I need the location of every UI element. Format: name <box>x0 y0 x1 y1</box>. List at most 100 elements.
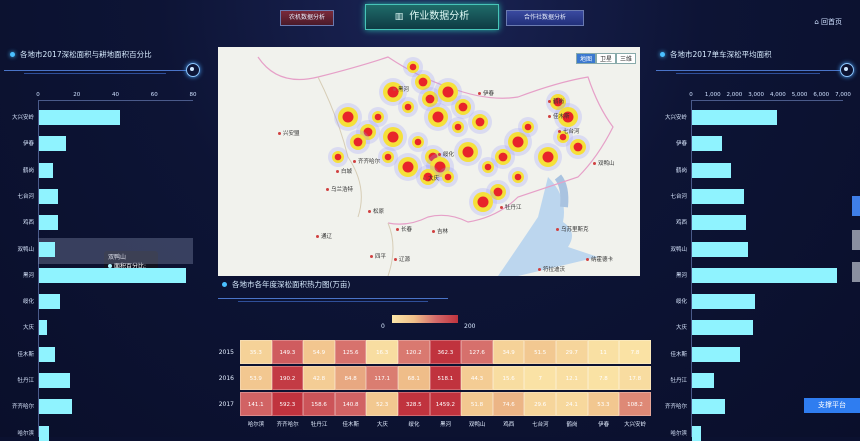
axis-tick-label: 7,000 <box>835 92 851 98</box>
home-link[interactable]: ⌂ 回首页 <box>814 17 842 27</box>
heatmap-cell: 127.6 <box>461 340 493 364</box>
heatmap-cell: 53.3 <box>587 392 620 416</box>
map-type-toggle[interactable]: 地图 卫星 三维 <box>575 53 636 64</box>
side-tab[interactable] <box>852 262 860 282</box>
city-label: 四平 <box>370 252 386 260</box>
heatmap-cell: 190.2 <box>271 366 304 390</box>
data-bar <box>692 320 753 336</box>
work-data-analysis-button[interactable]: ▥ 作业数据分析 <box>365 4 499 30</box>
data-bar <box>39 110 121 125</box>
city-label: 纳霍德卡 <box>586 255 613 263</box>
axis-tick-label: 4,000 <box>769 92 786 98</box>
heatmap-column-label: 佳木斯 <box>342 422 360 428</box>
heatmap-cell: 54.9 <box>303 340 335 364</box>
map-tab-3d[interactable]: 三维 <box>615 53 636 64</box>
category-label: 哈尔滨 <box>17 430 34 437</box>
axis-tick-label: 0 <box>689 92 693 98</box>
heatmap-cell: 141.1 <box>240 392 272 416</box>
city-label: 绥化 <box>438 150 454 158</box>
data-bar <box>39 162 53 178</box>
axis-tick-label: 1,000 <box>704 92 721 98</box>
heat-core <box>374 113 382 121</box>
cooperative-analysis-button[interactable]: 合作社数据分析 <box>506 10 584 26</box>
heatmap-cell: 125.6 <box>334 340 367 364</box>
heatmap-row-label: 2015 <box>218 349 234 356</box>
city-label: 双鸭山 <box>593 159 615 167</box>
map-tab-map[interactable]: 地图 <box>575 53 596 64</box>
heatmap-column-label: 鹤岗 <box>566 422 578 428</box>
heatmap-cell: 24.1 <box>556 392 588 416</box>
heatmap-title: 各地市各年度深松面积热力图(万亩) <box>222 279 350 290</box>
heat-core <box>458 102 468 112</box>
left-title-text: 各地市2017深松面积与耕地面积百分比 <box>20 50 152 59</box>
heat-core <box>414 138 422 146</box>
category-label: 双鸭山 <box>670 246 687 253</box>
category-label: 鹤岗 <box>22 167 34 174</box>
category-label: 齐齐哈尔 <box>11 404 34 411</box>
data-bar <box>39 425 49 441</box>
heat-core <box>442 86 454 98</box>
right-title-decoration <box>656 63 854 77</box>
heat-core <box>402 161 414 173</box>
heatmap-cell: 1459.2 <box>429 392 462 416</box>
legend-min: 0 <box>381 323 385 330</box>
category-label: 绥化 <box>22 299 34 306</box>
left-panel-title: 各地市2017深松面积与耕地面积百分比 <box>10 49 152 60</box>
city-label: 七台河 <box>558 127 580 135</box>
farm-machine-analysis-button[interactable]: 农机数据分析 <box>280 10 334 26</box>
heatmap-cell: 84.8 <box>334 366 367 390</box>
heatmap-cell: 42.8 <box>303 366 335 390</box>
heatmap-column-label: 齐齐哈尔 <box>276 422 299 428</box>
heatmap-cell: 34.9 <box>492 340 525 364</box>
left-title-decoration <box>4 63 200 77</box>
city-label: 通辽 <box>316 232 332 240</box>
data-bar <box>692 399 725 415</box>
city-label: 兴安盟 <box>278 129 300 137</box>
axis-tick-label: 40 <box>112 92 119 98</box>
map-tab-satellite[interactable]: 卫星 <box>595 53 616 64</box>
heat-core <box>514 173 522 181</box>
heatmap-cell: 29.6 <box>524 392 556 416</box>
support-platform-button[interactable]: 支撑平台 <box>804 398 860 413</box>
chart-axis-line <box>38 100 193 101</box>
category-label: 佳木斯 <box>17 351 34 358</box>
category-label: 黑河 <box>675 272 687 279</box>
side-tab[interactable] <box>852 196 860 216</box>
category-label: 佳木斯 <box>670 351 687 358</box>
heat-map[interactable]: 地图 卫星 三维 伊春 齐齐哈尔 佳木斯 牡丹江 大庆 长春 绥化 双鸭山 鹤岗… <box>218 47 640 276</box>
heat-core <box>462 146 474 158</box>
data-bar <box>692 188 745 204</box>
data-bar <box>692 294 755 310</box>
heatmap-column-label: 七台河 <box>532 422 549 428</box>
heatmap-cell: 17.8 <box>619 366 651 390</box>
city-label: 乌兰浩特 <box>326 185 353 193</box>
city-label: 白城 <box>336 167 352 175</box>
heatmap-cell: 592.3 <box>271 392 304 416</box>
data-bar <box>692 373 714 388</box>
heatmap-cell: 12.1 <box>556 366 588 390</box>
heat-core <box>342 111 354 123</box>
heatmap-cell: 149.3 <box>271 340 304 364</box>
axis-tick-label: 60 <box>150 92 158 98</box>
right-panel-title: 各地市2017单车深松平均面积 <box>660 49 772 60</box>
data-bar <box>39 241 56 257</box>
data-bar <box>692 110 777 125</box>
category-label: 黑河 <box>22 272 34 279</box>
side-tab[interactable] <box>852 230 860 250</box>
heat-core <box>409 63 417 71</box>
category-label: 七台河 <box>17 193 34 200</box>
axis-tick-label: 80 <box>189 92 197 98</box>
heatmap-cell: 35.3 <box>240 340 272 364</box>
heatmap-cell: 53.9 <box>240 366 272 390</box>
city-label: 乌苏里斯克 <box>556 225 589 233</box>
category-label: 伊春 <box>22 141 34 148</box>
city-label: 长春 <box>396 225 412 233</box>
axis-tick-label: 20 <box>73 92 81 98</box>
chart-icon: ▥ <box>394 12 404 22</box>
category-label: 牡丹江 <box>17 378 34 384</box>
data-bar <box>692 267 838 283</box>
city-label: 鹤岗 <box>548 97 564 105</box>
heatmap-column-label: 哈尔滨 <box>247 422 265 428</box>
data-bar <box>692 346 740 362</box>
heatmap-column-label: 双鸭山 <box>468 422 486 428</box>
